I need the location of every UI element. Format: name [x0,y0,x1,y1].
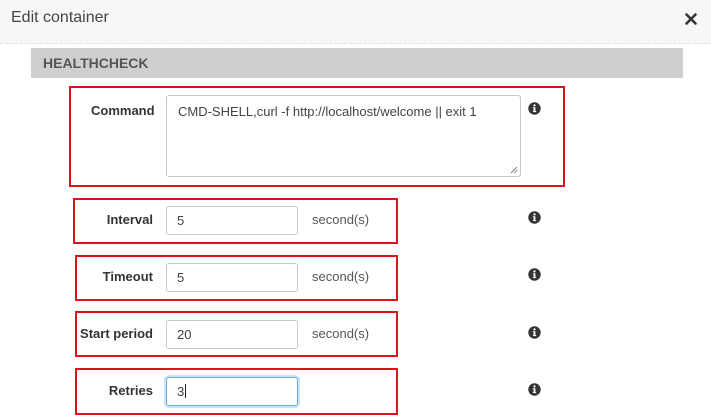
section-title: HEALTHCHECK [43,55,149,71]
start-period-label: Start period [80,326,153,341]
interval-unit: second(s) [312,212,370,227]
start-period-info-icon[interactable] [528,326,541,339]
interval-info-icon[interactable] [528,211,541,224]
close-icon[interactable] [684,12,698,26]
timeout-input[interactable]: 5 [166,263,298,292]
modal-title: Edit container [11,9,109,26]
retries-input[interactable]: 3 [166,377,298,406]
start-period-input[interactable]: 20 [166,320,298,349]
command-label: Command [91,103,155,118]
command-info-icon[interactable] [528,102,541,115]
retries-info-icon[interactable] [528,383,541,396]
timeout-info-icon[interactable] [528,268,541,281]
retries-value: 3 [177,384,185,399]
retries-label: Retries [108,383,153,398]
interval-input[interactable]: 5 [166,206,298,235]
command-value: CMD-SHELL,curl -f http://localhost/welco… [178,104,477,119]
resize-grip-icon[interactable] [510,166,518,174]
text-caret [185,384,187,398]
command-textarea[interactable]: CMD-SHELL,curl -f http://localhost/welco… [166,95,521,177]
start-period-unit: second(s) [312,326,370,341]
timeout-unit: second(s) [312,269,370,284]
timeout-label: Timeout [102,269,153,284]
section-header: HEALTHCHECK [31,48,683,78]
modal-header: Edit container [0,0,711,44]
interval-label: Interval [106,212,153,227]
